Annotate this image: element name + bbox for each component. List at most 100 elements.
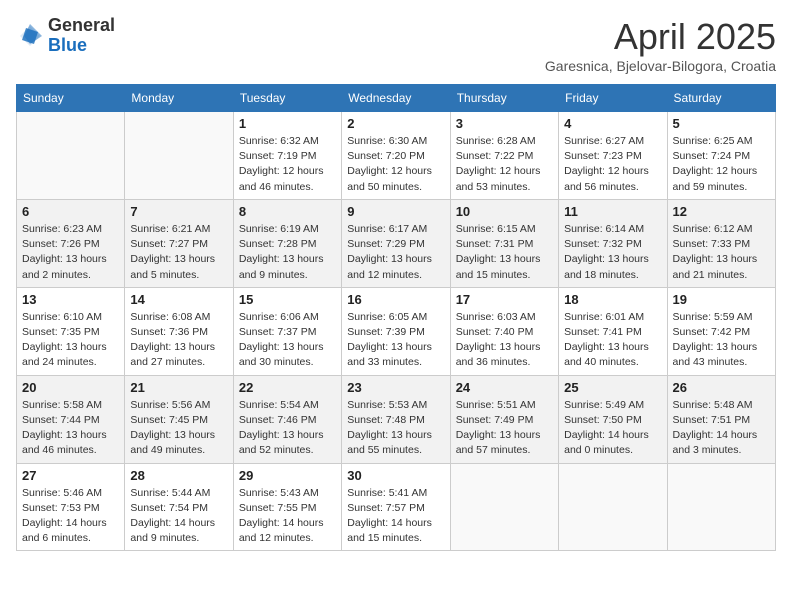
calendar-table: SundayMondayTuesdayWednesdayThursdayFrid… [16,84,776,551]
day-number: 12 [673,204,770,219]
day-number: 26 [673,380,770,395]
calendar-cell [17,112,125,200]
calendar-cell: 2 Sunrise: 6:30 AMSunset: 7:20 PMDaylight… [342,112,450,200]
weekday-header-thursday: Thursday [450,85,558,112]
day-number: 29 [239,468,336,483]
calendar-cell: 18Sunrise: 6:01 AMSunset: 7:41 PMDayligh… [559,287,667,375]
day-info: Sunrise: 5:44 AMSunset: 7:54 PMDaylight:… [130,486,227,547]
day-number: 5 [673,116,770,131]
calendar-cell: 17 Sunrise: 6:03 AMSunset: 7:40 PMDayligh… [450,287,558,375]
day-number: 16 [347,292,444,307]
day-number: 9 [347,204,444,219]
day-info: Sunrise: 6:06 AMSunset: 7:37 PMDaylight:… [239,310,336,371]
calendar-cell: 27 Sunrise: 5:46 AMSunset: 7:53 PMDayligh… [17,463,125,551]
weekday-header-monday: Monday [125,85,233,112]
day-info: Sunrise: 6:27 AMSunset: 7:23 PMDaylight:… [564,134,661,195]
week-row-3: 13 Sunrise: 6:10 AMSunset: 7:35 PMDayligh… [17,287,776,375]
day-number: 15 [239,292,336,307]
calendar-cell: 12 Sunrise: 6:12 AMSunset: 7:33 PMDayligh… [667,199,775,287]
calendar-cell: 10 Sunrise: 6:15 AMSunset: 7:31 PMDayligh… [450,199,558,287]
day-number: 27 [22,468,119,483]
day-info: Sunrise: 6:08 AMSunset: 7:36 PMDaylight:… [130,310,227,371]
week-row-5: 27 Sunrise: 5:46 AMSunset: 7:53 PMDayligh… [17,463,776,551]
calendar-cell: 20 Sunrise: 5:58 AMSunset: 7:44 PMDayligh… [17,375,125,463]
logo-general-text: General [48,15,115,35]
day-number: 21 [130,380,227,395]
day-number: 30 [347,468,444,483]
title-block: April 2025 Garesnica, Bjelovar-Bilogora,… [545,16,776,74]
day-info: Sunrise: 5:59 AMSunset: 7:42 PMDaylight:… [673,310,770,371]
weekday-header-sunday: Sunday [17,85,125,112]
calendar-cell: 1Sunrise: 6:32 AMSunset: 7:19 PMDaylight… [233,112,341,200]
calendar-cell [125,112,233,200]
day-info: Sunrise: 6:05 AMSunset: 7:39 PMDaylight:… [347,310,444,371]
day-number: 2 [347,116,444,131]
day-info: Sunrise: 5:56 AMSunset: 7:45 PMDaylight:… [130,398,227,459]
calendar-cell: 24 Sunrise: 5:51 AMSunset: 7:49 PMDayligh… [450,375,558,463]
calendar-cell [450,463,558,551]
day-info: Sunrise: 6:19 AMSunset: 7:28 PMDaylight:… [239,222,336,283]
day-info: Sunrise: 5:58 AMSunset: 7:44 PMDaylight:… [22,398,119,459]
day-info: Sunrise: 6:12 AMSunset: 7:33 PMDaylight:… [673,222,770,283]
weekday-header-tuesday: Tuesday [233,85,341,112]
logo: General Blue [16,16,115,56]
day-info: Sunrise: 6:17 AMSunset: 7:29 PMDaylight:… [347,222,444,283]
day-number: 28 [130,468,227,483]
calendar-cell: 6 Sunrise: 6:23 AMSunset: 7:26 PMDaylight… [17,199,125,287]
calendar-cell: 22Sunrise: 5:54 AMSunset: 7:46 PMDayligh… [233,375,341,463]
calendar-cell: 30 Sunrise: 5:41 AMSunset: 7:57 PMDayligh… [342,463,450,551]
day-info: Sunrise: 5:48 AMSunset: 7:51 PMDaylight:… [673,398,770,459]
day-info: Sunrise: 6:32 AMSunset: 7:19 PMDaylight:… [239,134,336,195]
page-header: General Blue April 2025 Garesnica, Bjelo… [16,16,776,74]
day-info: Sunrise: 5:43 AMSunset: 7:55 PMDaylight:… [239,486,336,547]
day-number: 14 [130,292,227,307]
calendar-cell [667,463,775,551]
day-info: Sunrise: 6:23 AMSunset: 7:26 PMDaylight:… [22,222,119,283]
calendar-cell: 8 Sunrise: 6:19 AMSunset: 7:28 PMDaylight… [233,199,341,287]
day-number: 24 [456,380,553,395]
day-info: Sunrise: 6:30 AMSunset: 7:20 PMDaylight:… [347,134,444,195]
day-number: 3 [456,116,553,131]
week-row-1: 1Sunrise: 6:32 AMSunset: 7:19 PMDaylight… [17,112,776,200]
calendar-cell: 21 Sunrise: 5:56 AMSunset: 7:45 PMDayligh… [125,375,233,463]
day-info: Sunrise: 6:15 AMSunset: 7:31 PMDaylight:… [456,222,553,283]
day-info: Sunrise: 5:41 AMSunset: 7:57 PMDaylight:… [347,486,444,547]
day-number: 7 [130,204,227,219]
week-row-4: 20 Sunrise: 5:58 AMSunset: 7:44 PMDayligh… [17,375,776,463]
week-row-2: 6 Sunrise: 6:23 AMSunset: 7:26 PMDaylight… [17,199,776,287]
calendar-cell: 9 Sunrise: 6:17 AMSunset: 7:29 PMDaylight… [342,199,450,287]
calendar-cell: 25Sunrise: 5:49 AMSunset: 7:50 PMDayligh… [559,375,667,463]
calendar-cell: 26 Sunrise: 5:48 AMSunset: 7:51 PMDayligh… [667,375,775,463]
day-number: 10 [456,204,553,219]
calendar-cell [559,463,667,551]
calendar-cell: 13 Sunrise: 6:10 AMSunset: 7:35 PMDayligh… [17,287,125,375]
day-number: 18 [564,292,661,307]
month-title: April 2025 [545,16,776,58]
day-number: 6 [22,204,119,219]
day-info: Sunrise: 6:03 AMSunset: 7:40 PMDaylight:… [456,310,553,371]
day-number: 4 [564,116,661,131]
day-info: Sunrise: 5:53 AMSunset: 7:48 PMDaylight:… [347,398,444,459]
day-number: 13 [22,292,119,307]
weekday-header-wednesday: Wednesday [342,85,450,112]
day-number: 22 [239,380,336,395]
calendar-cell: 5Sunrise: 6:25 AMSunset: 7:24 PMDaylight… [667,112,775,200]
day-number: 19 [673,292,770,307]
day-number: 8 [239,204,336,219]
calendar-cell: 15 Sunrise: 6:06 AMSunset: 7:37 PMDayligh… [233,287,341,375]
day-info: Sunrise: 5:46 AMSunset: 7:53 PMDaylight:… [22,486,119,547]
day-number: 17 [456,292,553,307]
day-info: Sunrise: 6:10 AMSunset: 7:35 PMDaylight:… [22,310,119,371]
day-info: Sunrise: 6:14 AMSunset: 7:32 PMDaylight:… [564,222,661,283]
calendar-cell: 29 Sunrise: 5:43 AMSunset: 7:55 PMDayligh… [233,463,341,551]
calendar-cell: 7 Sunrise: 6:21 AMSunset: 7:27 PMDaylight… [125,199,233,287]
calendar-cell: 4 Sunrise: 6:27 AMSunset: 7:23 PMDaylight… [559,112,667,200]
day-info: Sunrise: 6:28 AMSunset: 7:22 PMDaylight:… [456,134,553,195]
day-info: Sunrise: 5:51 AMSunset: 7:49 PMDaylight:… [456,398,553,459]
day-number: 20 [22,380,119,395]
calendar-cell: 16 Sunrise: 6:05 AMSunset: 7:39 PMDayligh… [342,287,450,375]
day-info: Sunrise: 6:21 AMSunset: 7:27 PMDaylight:… [130,222,227,283]
calendar-cell: 23Sunrise: 5:53 AMSunset: 7:48 PMDayligh… [342,375,450,463]
calendar-cell: 3 Sunrise: 6:28 AMSunset: 7:22 PMDaylight… [450,112,558,200]
day-info: Sunrise: 5:49 AMSunset: 7:50 PMDaylight:… [564,398,661,459]
